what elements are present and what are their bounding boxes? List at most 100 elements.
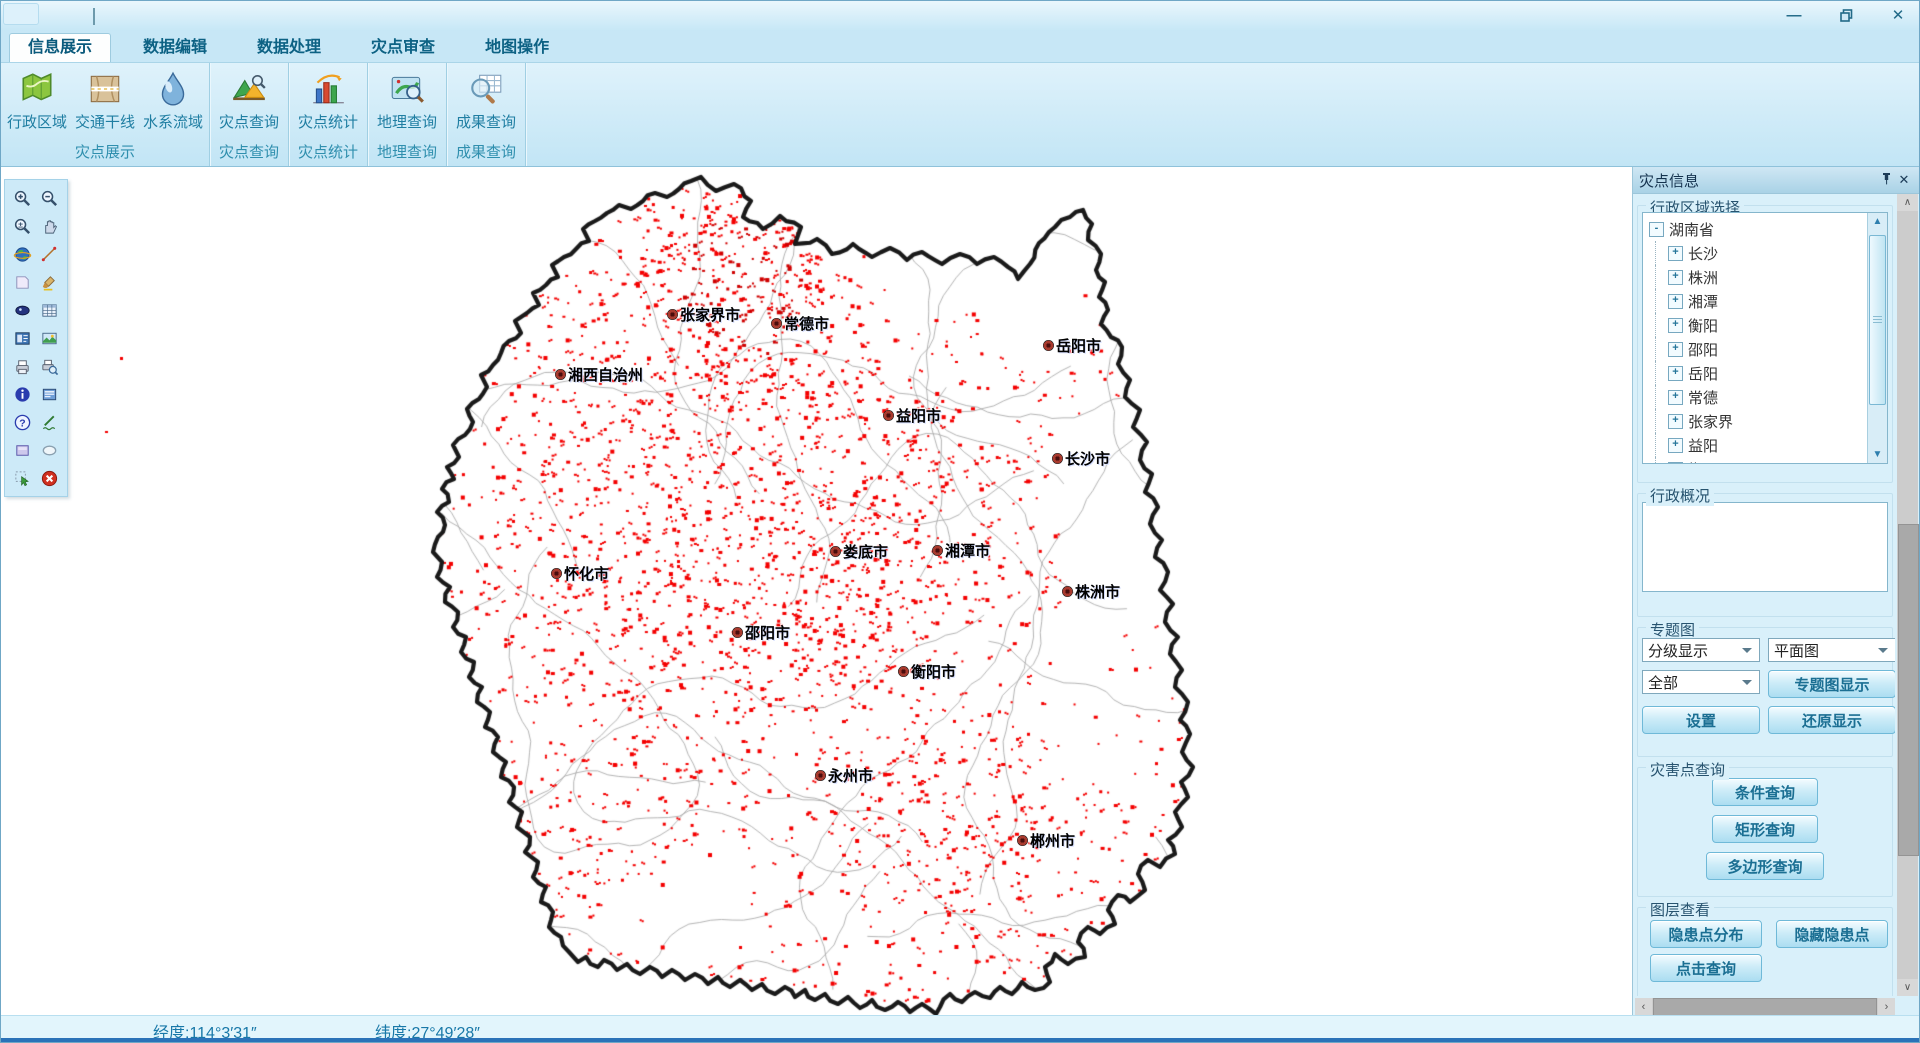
scroll-thumb[interactable] xyxy=(1869,235,1886,405)
scroll-down-icon[interactable]: ▼ xyxy=(1868,446,1887,463)
rect-query-button[interactable]: 矩形查询 xyxy=(1712,815,1818,843)
tool-pan-hand-icon[interactable] xyxy=(36,212,63,240)
condition-query-button[interactable]: 条件查询 xyxy=(1712,778,1818,806)
tool-image-view-icon[interactable] xyxy=(36,324,63,352)
hide-hazard-button[interactable]: 隐藏隐患点 xyxy=(1776,920,1888,948)
hazard-distribution-button[interactable]: 隐患点分布 xyxy=(1650,920,1762,948)
tool-select-arrow-icon[interactable] xyxy=(9,464,36,492)
tool-rect-box-icon[interactable] xyxy=(9,436,36,464)
ribbon-button-geo-query[interactable]: 地理查询 xyxy=(370,65,444,142)
tool-info-icon[interactable] xyxy=(9,380,36,408)
panel-close-icon[interactable]: ✕ xyxy=(1895,172,1913,188)
tree-item[interactable]: +张家界 xyxy=(1649,409,1887,433)
expand-icon[interactable]: + xyxy=(1668,390,1683,405)
pin-icon[interactable] xyxy=(1877,172,1895,188)
quick-access-toolbar[interactable] xyxy=(3,3,39,25)
tool-attribute-table-icon[interactable] xyxy=(36,296,63,324)
scroll-up-icon[interactable]: ∧ xyxy=(1897,194,1918,211)
tool-ellipse-icon[interactable] xyxy=(36,436,63,464)
tool-help-icon[interactable]: ? xyxy=(9,408,36,436)
plan-view-select[interactable]: 平面图 xyxy=(1768,638,1895,662)
thematic-groupbox: 专题图 分级显示 平面图 全部 专题图显示 设置 还原显示 xyxy=(1637,627,1893,757)
disaster-point-query-label: 灾害点查询 xyxy=(1646,759,1729,780)
tool-print-preview-icon[interactable] xyxy=(36,352,63,380)
grade-display-select[interactable]: 分级显示 xyxy=(1642,638,1760,662)
tool-globe-icon[interactable] xyxy=(9,240,36,268)
click-query-button[interactable]: 点击查询 xyxy=(1650,954,1762,982)
scroll-thumb[interactable] xyxy=(1898,524,1919,856)
thematic-label: 专题图 xyxy=(1646,619,1699,640)
expand-icon[interactable]: + xyxy=(1668,342,1683,357)
scroll-up-icon[interactable]: ▲ xyxy=(1868,213,1887,230)
tree-item[interactable]: +常德 xyxy=(1649,385,1887,409)
ribbon-button-result-query[interactable]: 成果查询 xyxy=(449,65,523,142)
ribbon-group-disaster-display: 行政区域 交通干线 水系流域 灾点展示 xyxy=(1,63,210,166)
ribbon-button-admin-region[interactable]: 行政区域 xyxy=(3,65,71,142)
tree-item[interactable]: +长沙 xyxy=(1649,241,1887,265)
map-canvas[interactable] xyxy=(1,167,1634,1017)
close-button[interactable]: ✕ xyxy=(1887,4,1909,26)
polygon-query-button[interactable]: 多边形查询 xyxy=(1706,852,1824,880)
expand-icon[interactable]: + xyxy=(1668,246,1683,261)
expand-icon[interactable]: + xyxy=(1668,462,1683,465)
disaster-query-icon xyxy=(230,70,268,108)
tab-data-edit[interactable]: 数据编辑 xyxy=(125,34,225,62)
tool-zoom-out-icon[interactable] xyxy=(36,184,63,212)
overview-label: 行政概况 xyxy=(1646,485,1714,506)
scroll-thumb[interactable] xyxy=(1653,998,1877,1016)
thematic-display-button[interactable]: 专题图显示 xyxy=(1768,670,1895,698)
panel-horizontal-scrollbar[interactable]: ‹ › xyxy=(1635,998,1895,1016)
tool-zoom-in-icon[interactable] xyxy=(9,184,36,212)
tool-sketch-pen-icon[interactable] xyxy=(36,408,63,436)
region-tree[interactable]: - 湖南省 +长沙 +株洲 +湘潭 +衡阳 +邵阳 +岳阳 +常德 +张家界 +… xyxy=(1642,212,1888,464)
scroll-down-icon[interactable]: ∨ xyxy=(1897,979,1918,996)
disaster-stats-icon xyxy=(309,70,347,108)
ribbon-button-disaster-stats[interactable]: 灾点统计 xyxy=(291,65,365,142)
tree-item[interactable]: +益阳 xyxy=(1649,433,1887,457)
overview-textarea[interactable] xyxy=(1642,502,1888,592)
tree-scrollbar[interactable]: ▲ ▼ xyxy=(1867,213,1887,463)
expand-icon[interactable]: + xyxy=(1668,270,1683,285)
expand-icon[interactable]: + xyxy=(1668,366,1683,381)
tree-item[interactable]: +湘潭 xyxy=(1649,289,1887,313)
tool-measure-icon[interactable] xyxy=(36,240,63,268)
tool-layout-window-icon[interactable] xyxy=(9,324,36,352)
tree-item[interactable]: +郴州 xyxy=(1649,457,1887,464)
tool-delete-icon[interactable] xyxy=(36,464,63,492)
collapse-icon[interactable]: - xyxy=(1649,222,1664,237)
expand-icon[interactable]: + xyxy=(1668,294,1683,309)
minimize-button[interactable]: — xyxy=(1783,4,1805,26)
tree-item[interactable]: +衡阳 xyxy=(1649,313,1887,337)
tab-map-operation[interactable]: 地图操作 xyxy=(467,34,567,62)
panel-vertical-scrollbar[interactable]: ∧ ∨ xyxy=(1897,194,1918,996)
tab-info-display[interactable]: 信息展示 xyxy=(9,33,111,62)
tab-disaster-review[interactable]: 灾点审查 xyxy=(353,34,453,62)
all-select[interactable]: 全部 xyxy=(1642,670,1760,694)
restore-display-button[interactable]: 还原显示 xyxy=(1768,706,1895,734)
tree-root[interactable]: - 湖南省 xyxy=(1649,217,1887,241)
maximize-button[interactable] xyxy=(1835,4,1857,26)
ribbon-button-traffic-line[interactable]: 交通干线 xyxy=(71,65,139,142)
expand-icon[interactable]: + xyxy=(1668,414,1683,429)
expand-icon[interactable]: + xyxy=(1668,318,1683,333)
tab-data-process[interactable]: 数据处理 xyxy=(239,34,339,62)
panel-title: 灾点信息 xyxy=(1639,170,1877,191)
ribbon-button-water-system[interactable]: 水系流域 xyxy=(139,65,207,142)
expand-icon[interactable]: + xyxy=(1668,438,1683,453)
settings-button[interactable]: 设置 xyxy=(1642,706,1760,734)
tree-item[interactable]: +岳阳 xyxy=(1649,361,1887,385)
tool-brush-icon[interactable] xyxy=(36,268,63,296)
layer-view-label: 图层查看 xyxy=(1646,899,1714,920)
tool-eye-icon[interactable] xyxy=(9,296,36,324)
traffic-line-icon xyxy=(86,70,124,108)
tool-shape-page-icon[interactable] xyxy=(9,268,36,296)
tree-item[interactable]: +邵阳 xyxy=(1649,337,1887,361)
ribbon-button-disaster-query[interactable]: 灾点查询 xyxy=(212,65,286,142)
map-canvas-area[interactable]: 张家界市常德市岳阳市湘西自治州益阳市长沙市娄底市湘潭市株洲市怀化市邵阳市衡阳市永… xyxy=(1,167,1634,1017)
tool-window-view-icon[interactable] xyxy=(36,380,63,408)
scroll-right-icon[interactable]: › xyxy=(1878,998,1895,1016)
tool-zoom-extent-icon[interactable]: ± xyxy=(9,212,36,240)
tool-print-icon[interactable] xyxy=(9,352,36,380)
tree-item[interactable]: +株洲 xyxy=(1649,265,1887,289)
scroll-left-icon[interactable]: ‹ xyxy=(1635,998,1652,1016)
